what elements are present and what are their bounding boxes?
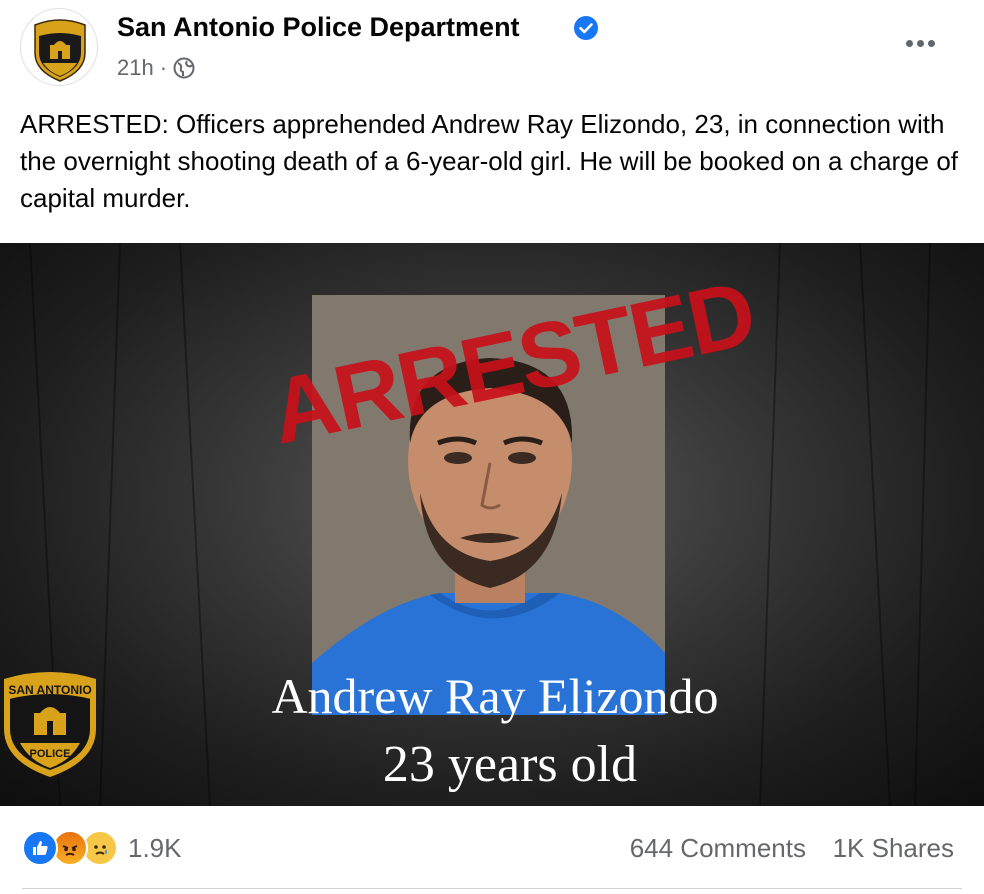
sapd-badge-logo: SAN ANTONIO POLICE <box>4 672 96 777</box>
photo-caption-name: Andrew Ray Elizondo <box>271 668 719 724</box>
post-timestamp[interactable]: 21h <box>117 55 154 81</box>
photo-caption-age: 23 years old <box>382 736 638 793</box>
post-meta: 21h · <box>117 55 195 81</box>
reactions-summary[interactable]: 1.9K <box>22 830 182 866</box>
shares-count-link[interactable]: 1K Shares <box>833 833 954 864</box>
sapd-logo <box>34 19 86 82</box>
verified-badge-icon <box>574 16 598 40</box>
more-options-icon[interactable] <box>900 28 940 58</box>
globe-icon[interactable] <box>173 57 195 79</box>
comments-count-link[interactable]: 644 Comments <box>630 833 806 864</box>
like-icon <box>22 830 58 866</box>
page-name-link[interactable]: San Antonio Police Department <box>117 12 520 43</box>
stats-divider <box>22 888 962 889</box>
post-text: ARRESTED: Officers apprehended Andrew Ra… <box>20 109 959 213</box>
badge-bottom-text: POLICE <box>30 748 71 760</box>
reaction-count: 1.9K <box>128 832 182 863</box>
meta-separator: · <box>159 55 168 80</box>
badge-top-text: SAN ANTONIO <box>8 683 91 697</box>
page-avatar[interactable] <box>20 8 98 86</box>
post-header: San Antonio Police Department 21h · <box>0 0 984 100</box>
post-stats: 1.9K 644 Comments 1K Shares <box>0 820 984 876</box>
post-photo[interactable]: ARRESTED Andrew Ray Elizondo 23 years ol… <box>0 243 984 806</box>
